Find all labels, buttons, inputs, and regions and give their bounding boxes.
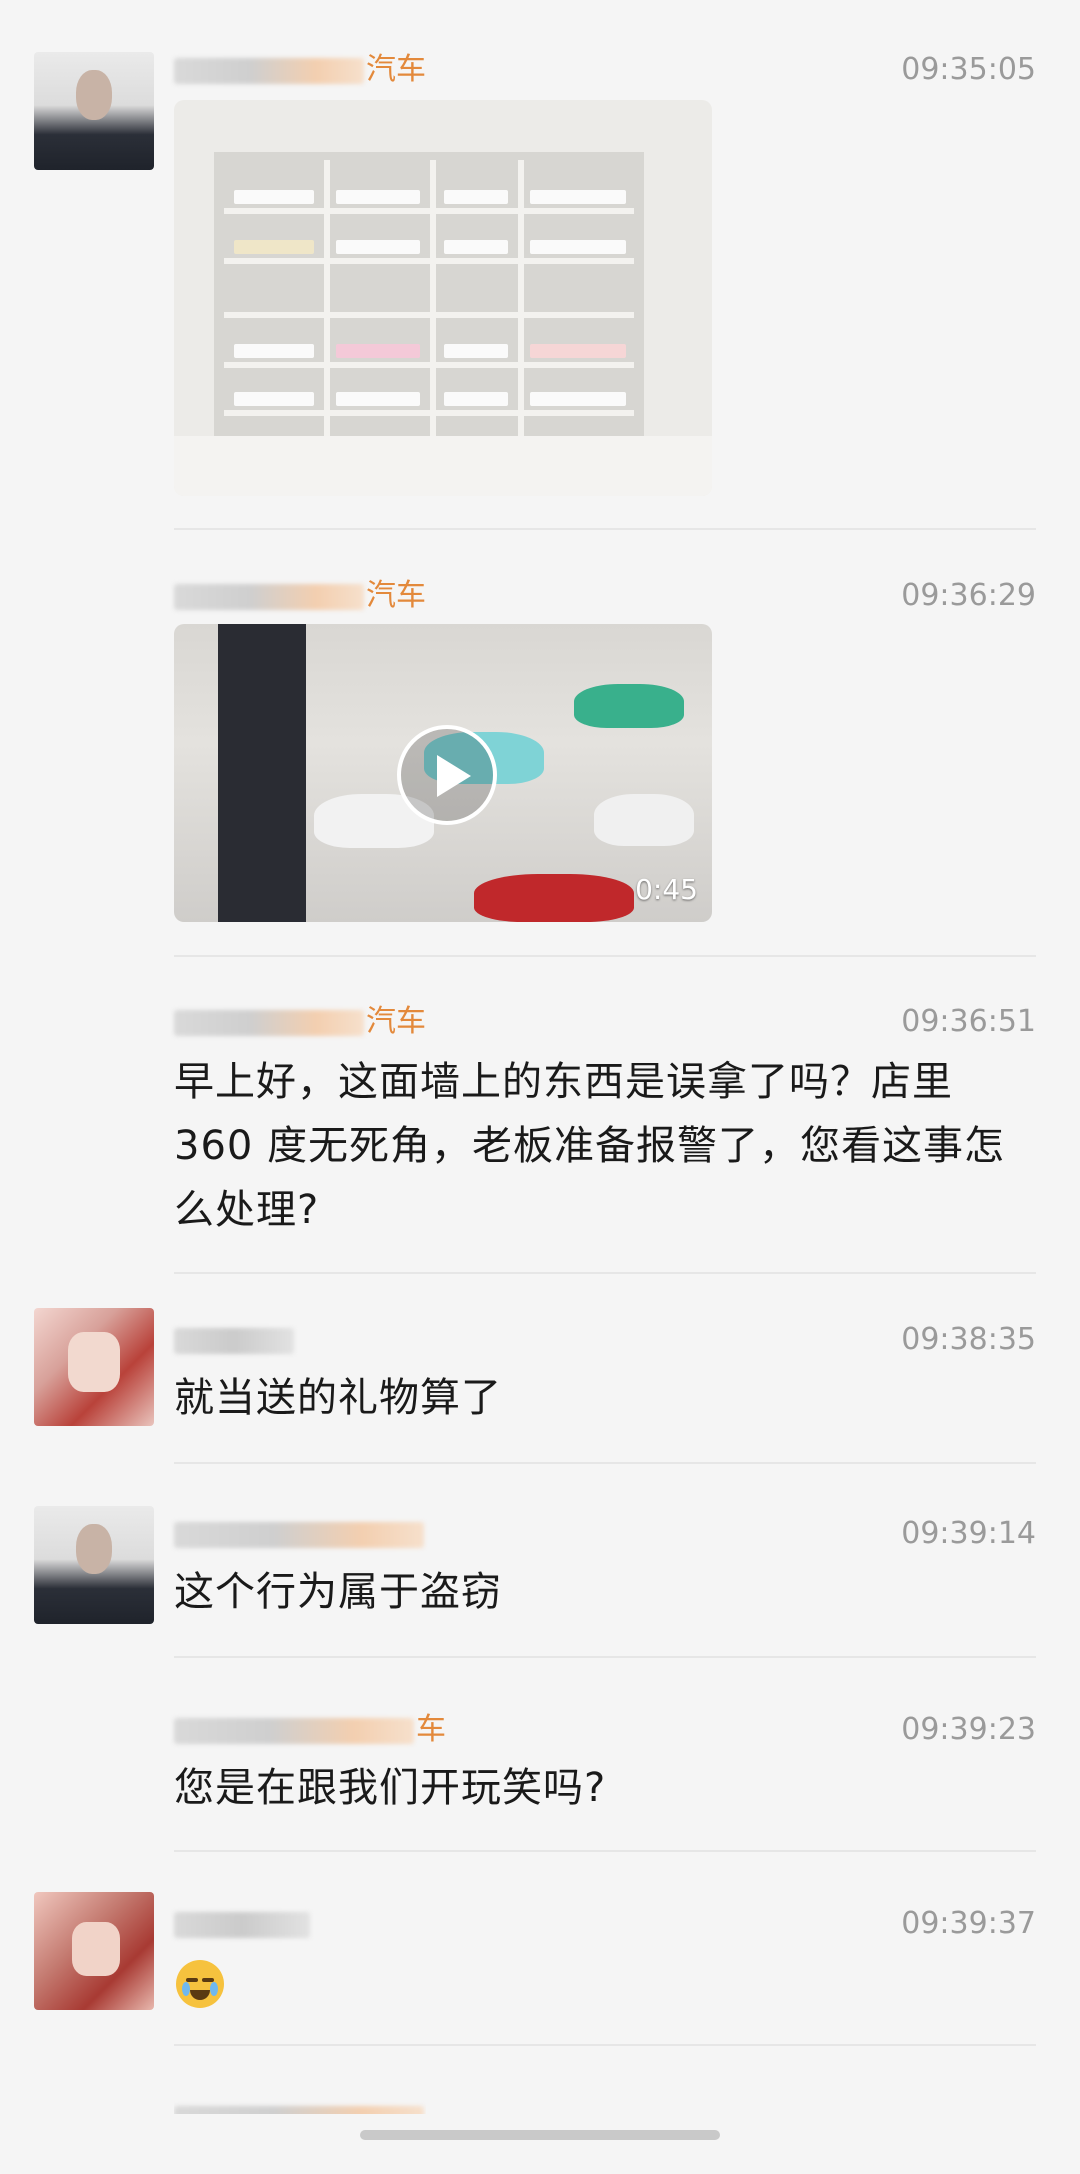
divider [174,1656,1036,1658]
divider [174,1462,1036,1464]
sender-name [174,2100,426,2114]
sender-name: 汽车 [174,578,426,614]
blurred-name [174,57,364,84]
message-time: 09:38:35 [901,1322,1036,1357]
avatar[interactable] [34,1506,154,1624]
message-time: 09:36:29 [901,578,1036,613]
blurred-name [174,1009,364,1036]
blurred-name [174,1521,424,1548]
sender-name: 汽车 [174,1004,426,1040]
message-text: 就当送的礼物算了 [174,1375,502,1421]
blurred-name [174,1911,310,1938]
message-time: 09:36:51 [901,1004,1036,1039]
sender-name [174,1322,296,1358]
message-text: 您是在跟我们开玩笑吗? [174,1765,607,1811]
message-photo[interactable] [174,100,712,496]
avatar[interactable] [34,1308,154,1426]
blurred-name [174,583,364,610]
video-duration: 0:45 [635,873,698,906]
message-time: 09:39:14 [901,1516,1036,1551]
blurred-name [174,1327,294,1354]
sender-name: 车 [174,1712,446,1748]
crying-face-emoji-icon [176,1960,224,2008]
blurred-name [174,2105,424,2114]
message-time: 09:35:05 [901,52,1036,87]
message-time: 09:39:23 [901,1712,1036,1747]
divider [174,1850,1036,1852]
divider [174,528,1036,530]
message-time: 09:39:37 [901,1906,1036,1941]
sender-name: 汽车 [174,52,426,88]
message-text: 这个行为属于盗窃 [174,1569,502,1615]
play-icon[interactable] [397,725,497,825]
home-indicator[interactable] [360,2130,720,2140]
divider [174,955,1036,957]
blurred-name [174,1717,414,1744]
avatar[interactable] [34,1892,154,2010]
sender-name [174,1516,426,1552]
message-video[interactable]: 0:45 [174,624,712,922]
divider [174,2044,1036,2046]
message-text: 早上好，这面墙上的东西是误拿了吗？店里 360 度无死角，老板准备报警了，您看这… [174,1059,1006,1233]
sender-name [174,1906,312,1942]
divider [174,1272,1036,1274]
avatar[interactable] [34,52,154,170]
